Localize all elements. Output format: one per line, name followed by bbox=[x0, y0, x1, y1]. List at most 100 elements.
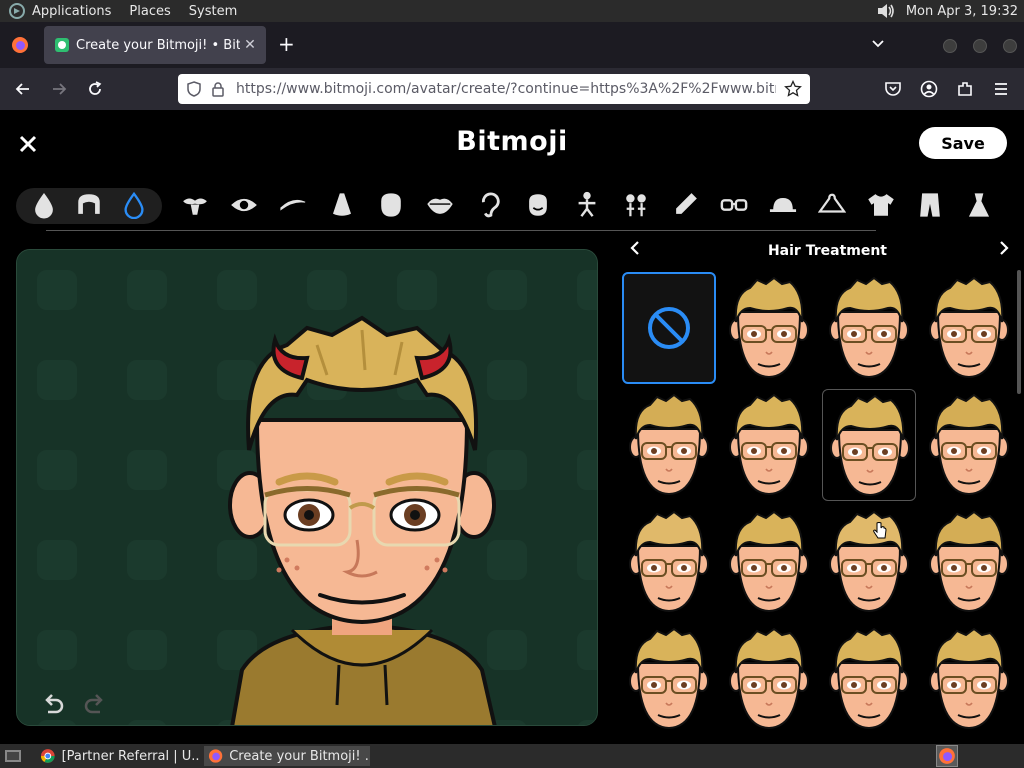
category-makeup-button[interactable] bbox=[670, 190, 700, 220]
bookmark-star-icon[interactable] bbox=[784, 80, 802, 98]
tracking-protection-icon[interactable] bbox=[186, 81, 202, 97]
hair-treatment-option[interactable] bbox=[722, 506, 816, 618]
hand-cursor-icon bbox=[873, 522, 887, 539]
hair-treatment-option[interactable] bbox=[922, 389, 1016, 501]
category-bottom-button[interactable] bbox=[915, 190, 945, 220]
panel-title: Hair Treatment bbox=[767, 243, 888, 259]
category-face-shape-button[interactable] bbox=[376, 190, 406, 220]
hair-treatment-option[interactable] bbox=[822, 623, 916, 735]
avatar-thumbnail bbox=[729, 276, 809, 379]
hair-treatment-option[interactable] bbox=[922, 623, 1016, 735]
category-ears-button[interactable] bbox=[474, 190, 504, 220]
tab-title: Create your Bitmoji! • Bitmoji bbox=[76, 37, 240, 53]
task-label: Create your Bitmoji! ... bbox=[229, 748, 370, 764]
window-close-button[interactable] bbox=[1003, 39, 1017, 53]
chrome-icon bbox=[40, 749, 55, 763]
screen: Applications Places System Mon Apr 3, 19… bbox=[0, 0, 1024, 768]
list-all-tabs-icon[interactable] bbox=[870, 36, 886, 52]
hair-treatment-option[interactable] bbox=[722, 623, 816, 735]
option-grid-scrollbar[interactable] bbox=[1017, 270, 1021, 394]
new-tab-button[interactable]: + bbox=[278, 34, 295, 54]
avatar-thumbnail bbox=[729, 510, 809, 613]
avatar-thumbnail bbox=[729, 393, 809, 496]
back-icon[interactable] bbox=[14, 80, 32, 98]
category-hair-button[interactable] bbox=[74, 190, 104, 220]
ears-icon bbox=[481, 192, 500, 218]
category-body-button[interactable] bbox=[572, 190, 602, 220]
redo-icon[interactable] bbox=[82, 692, 108, 718]
account-icon[interactable] bbox=[920, 80, 938, 98]
face-shape-icon bbox=[381, 193, 401, 217]
undo-icon[interactable] bbox=[40, 692, 66, 718]
category-eyebrows-button[interactable] bbox=[278, 190, 308, 220]
makeup-icon bbox=[676, 193, 697, 214]
hair-treatment-option[interactable] bbox=[622, 623, 716, 735]
lips-icon bbox=[427, 198, 453, 214]
show-desktop-icon[interactable] bbox=[4, 748, 22, 764]
extensions-icon[interactable] bbox=[956, 80, 974, 98]
hair-treatment-option[interactable] bbox=[722, 272, 816, 384]
category-skin-tone-button[interactable] bbox=[29, 190, 59, 220]
avatar-thumbnail bbox=[629, 393, 709, 496]
save-button[interactable]: Save bbox=[919, 127, 1007, 159]
skin-tone-icon bbox=[35, 193, 53, 219]
menu-system[interactable]: System bbox=[189, 4, 237, 19]
volume-icon[interactable] bbox=[876, 2, 896, 20]
hair-treatment-option[interactable] bbox=[922, 506, 1016, 618]
hair-treatment-option[interactable] bbox=[622, 389, 716, 501]
hair-treatment-option[interactable] bbox=[822, 389, 916, 501]
gnome-foot-icon[interactable] bbox=[8, 2, 26, 20]
category-hat-button[interactable] bbox=[768, 190, 798, 220]
category-eyes-button[interactable] bbox=[229, 190, 259, 220]
firefox-icon bbox=[208, 749, 223, 763]
category-outfit-button[interactable] bbox=[817, 190, 847, 220]
avatar-thumbnail bbox=[829, 627, 909, 730]
nose-icon bbox=[333, 193, 351, 216]
pocket-icon[interactable] bbox=[884, 80, 902, 98]
category-top-button[interactable] bbox=[866, 190, 896, 220]
category-facial-hair-button[interactable] bbox=[180, 190, 210, 220]
category-face-lines-button[interactable] bbox=[523, 190, 553, 220]
hamburger-menu-icon[interactable] bbox=[992, 80, 1010, 98]
category-accessories-button[interactable] bbox=[621, 190, 651, 220]
option-none[interactable] bbox=[622, 272, 716, 384]
hair-treatment-option[interactable] bbox=[622, 506, 716, 618]
category-bar bbox=[0, 184, 1024, 228]
category-dress-button[interactable] bbox=[964, 190, 994, 220]
avatar-thumbnail bbox=[629, 627, 709, 730]
hair-treatment-option[interactable] bbox=[922, 272, 1016, 384]
url-text[interactable]: https://www.bitmoji.com/avatar/create/?c… bbox=[236, 81, 776, 97]
reload-icon[interactable] bbox=[86, 80, 104, 98]
task-bitmoji[interactable]: Create your Bitmoji! ... bbox=[204, 746, 370, 766]
category-hair-treatment-button[interactable] bbox=[119, 190, 149, 220]
hair-treatment-option[interactable] bbox=[722, 389, 816, 501]
category-glasses-button[interactable] bbox=[719, 190, 749, 220]
clock[interactable]: Mon Apr 3, 19:32 bbox=[906, 4, 1018, 19]
browser-nav-bar: https://www.bitmoji.com/avatar/create/?c… bbox=[0, 68, 1024, 110]
menu-places[interactable]: Places bbox=[129, 4, 170, 19]
forward-icon[interactable] bbox=[50, 80, 68, 98]
hair-treatment-option[interactable] bbox=[822, 272, 916, 384]
category-lips-button[interactable] bbox=[425, 190, 455, 220]
avatar-thumbnail bbox=[929, 276, 1009, 379]
firefox-icon bbox=[12, 37, 28, 53]
window-maximize-button[interactable] bbox=[973, 39, 987, 53]
hair-treatment-option[interactable] bbox=[822, 506, 916, 618]
workspace-switcher[interactable] bbox=[936, 745, 958, 767]
prev-category-icon[interactable] bbox=[627, 240, 643, 256]
window-minimize-button[interactable] bbox=[943, 39, 957, 53]
next-category-icon[interactable] bbox=[996, 240, 1012, 256]
url-bar[interactable]: https://www.bitmoji.com/avatar/create/?c… bbox=[178, 74, 810, 104]
firefox-view-button[interactable] bbox=[0, 22, 40, 68]
avatar-preview bbox=[16, 249, 598, 726]
lock-icon[interactable] bbox=[210, 81, 226, 97]
avatar-thumbnail bbox=[729, 627, 809, 730]
task-partner-referral[interactable]: [Partner Referral | U... bbox=[36, 746, 200, 766]
tab-bitmoji[interactable]: Create your Bitmoji! • Bitmoji ✕ bbox=[44, 26, 266, 64]
none-icon bbox=[648, 307, 690, 349]
accessories-icon bbox=[626, 194, 646, 217]
category-divider bbox=[46, 230, 876, 231]
category-nose-button[interactable] bbox=[327, 190, 357, 220]
menu-applications[interactable]: Applications bbox=[32, 4, 111, 19]
tab-close-icon[interactable]: ✕ bbox=[240, 37, 260, 53]
